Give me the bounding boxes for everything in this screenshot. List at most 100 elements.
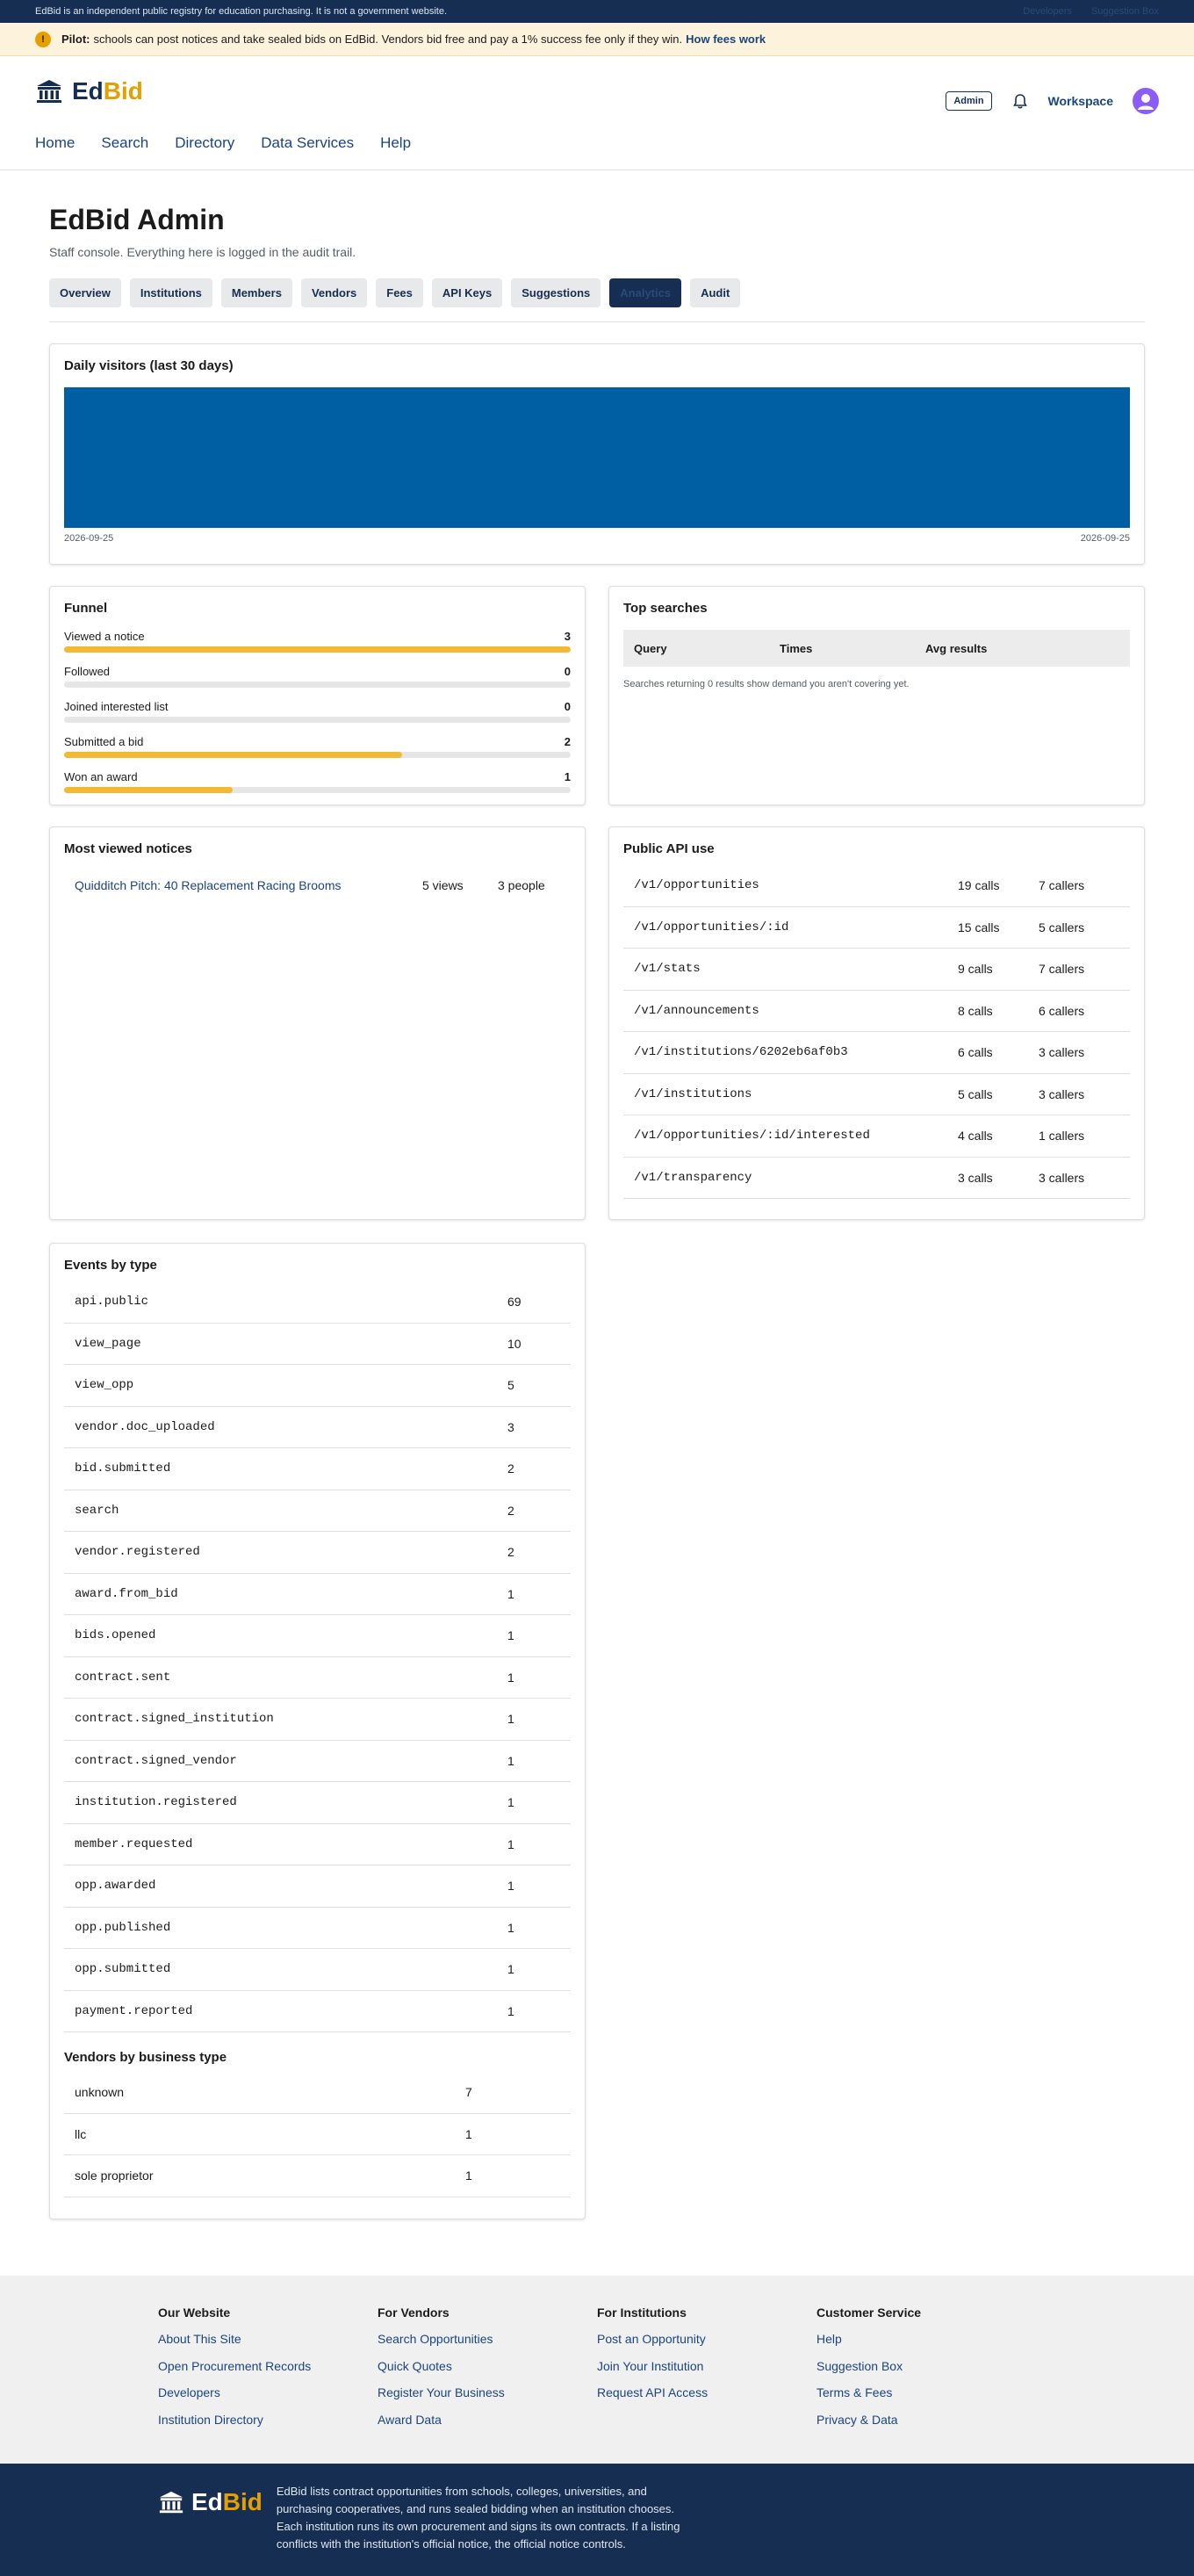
footer-link[interactable]: Join Your Institution: [597, 2359, 816, 2386]
api-calls: 9 calls: [958, 962, 993, 977]
table-row: /v1/opportunities/:id/interested 4 calls 1…: [623, 1115, 1130, 1158]
footer-column-title: Customer Service: [816, 2305, 922, 2320]
event-count: 1: [507, 1753, 514, 1768]
footer-links: Our Website About This Site Open Procureme…: [0, 2276, 1194, 2464]
column-times: Times: [780, 641, 813, 655]
table-row: llc 1: [64, 2114, 571, 2155]
events-title: Events by type: [64, 1258, 157, 1273]
footer-column: Our Website About This Site Open Procureme…: [158, 2305, 378, 2464]
tab-analytics[interactable]: Analytics: [609, 278, 682, 307]
event-count: 1: [507, 1670, 514, 1685]
admin-badge[interactable]: Admin: [946, 91, 992, 111]
tab-audit[interactable]: Audit: [690, 278, 741, 307]
tab-overview[interactable]: Overview: [49, 278, 121, 307]
tab-api-keys[interactable]: API Keys: [431, 278, 503, 307]
banner-link-developers[interactable]: Developers: [1023, 6, 1072, 17]
banner-notice: EdBid is an independent public registry …: [35, 6, 447, 17]
footer-column: Customer Service Help Suggestion Box Terms …: [816, 2305, 1036, 2464]
top-searches-card: Top searches Query Times Avg results Sea…: [608, 586, 1145, 805]
table-row: /v1/announcements 8 calls 6 callers: [623, 991, 1130, 1032]
footer-link[interactable]: Post an Opportunity: [597, 2332, 816, 2359]
api-callers: 5 callers: [1039, 920, 1085, 934]
banner-link-suggestion-box[interactable]: Suggestion Box: [1091, 6, 1159, 17]
footer-link[interactable]: Institution Directory: [158, 2413, 378, 2440]
vendor-types-table: unknown 7 llc 1 sole proprietor 1: [64, 2072, 571, 2197]
table-row: /v1/opportunities 19 calls 7 callers: [623, 865, 1130, 907]
funnel-item-label: Won an award: [64, 770, 138, 783]
footer-link[interactable]: Quick Quotes: [378, 2359, 597, 2386]
table-row: api.public 69: [64, 1281, 571, 1324]
funnel-item: Followed 0: [64, 665, 571, 688]
tab-suggestions[interactable]: Suggestions: [511, 278, 601, 307]
pilot-alert: ! Pilot: schools can post notices and ta…: [0, 23, 1194, 56]
api-calls: 15 calls: [958, 920, 1000, 934]
funnel-progress-fill: [64, 752, 402, 758]
footer-link[interactable]: Award Data: [378, 2413, 597, 2440]
bell-icon[interactable]: [1011, 92, 1029, 110]
funnel-item-count: 0: [564, 700, 571, 713]
nav-directory[interactable]: Directory: [175, 134, 234, 152]
api-endpoint: /v1/transparency: [634, 1170, 752, 1185]
event-type: opp.awarded: [75, 1879, 156, 1894]
top-searches-header: Query Times Avg results: [623, 630, 1130, 667]
tab-institutions[interactable]: Institutions: [129, 278, 212, 307]
workspace-link[interactable]: Workspace: [1048, 94, 1113, 108]
nav-data-services[interactable]: Data Services: [261, 134, 354, 152]
footer-link[interactable]: About This Site: [158, 2332, 378, 2359]
nav-home[interactable]: Home: [35, 134, 75, 152]
gov-banner: EdBid is an independent public registry …: [0, 0, 1194, 23]
vendor-business-type: unknown: [75, 2085, 125, 2100]
footer-logo[interactable]: EdBid: [158, 2483, 263, 2522]
funnel-item-count: 1: [564, 770, 571, 783]
vendor-type-count: 7: [465, 2085, 472, 2100]
event-type: view_page: [75, 1336, 141, 1351]
funnel-item-label: Joined interested list: [64, 700, 169, 713]
footer-link[interactable]: Help: [816, 2332, 1036, 2359]
pilot-text: schools can post notices and take sealed…: [93, 32, 683, 46]
funnel-item-count: 0: [564, 665, 571, 678]
event-count: 2: [507, 1545, 514, 1560]
footer-link[interactable]: Terms & Fees: [816, 2385, 1036, 2413]
avatar[interactable]: [1133, 88, 1159, 114]
tab-fees[interactable]: Fees: [376, 278, 423, 307]
event-type: payment.reported: [75, 2003, 193, 2018]
nav-help[interactable]: Help: [380, 134, 411, 152]
footer-link[interactable]: Request API Access: [597, 2385, 816, 2413]
table-row: vendor.doc_uploaded 3: [64, 1407, 571, 1448]
event-count: 10: [507, 1336, 521, 1351]
alert-icon: !: [35, 31, 51, 47]
chart-bar: [64, 387, 1130, 528]
footer-link[interactable]: Privacy & Data: [816, 2413, 1036, 2440]
tab-vendors[interactable]: Vendors: [300, 278, 368, 307]
nav-search[interactable]: Search: [101, 134, 148, 152]
api-callers: 1 callers: [1039, 1129, 1085, 1144]
event-type: api.public: [75, 1295, 149, 1310]
table-row: contract.signed_vendor 1: [64, 1741, 571, 1782]
event-count: 1: [507, 2003, 514, 2018]
footer-link[interactable]: Open Procurement Records: [158, 2359, 378, 2386]
admin-console: EdBid Admin Staff console. Everything he…: [0, 204, 1194, 2219]
institution-icon: [37, 80, 61, 103]
event-type: opp.published: [75, 1920, 171, 1935]
notice-link[interactable]: Quidditch Pitch: 40 Replacement Racing B…: [75, 878, 422, 892]
event-type: contract.signed_institution: [75, 1712, 274, 1727]
event-type: institution.registered: [75, 1795, 237, 1810]
how-fees-work-link[interactable]: How fees work: [686, 32, 766, 46]
footer-link[interactable]: Suggestion Box: [816, 2359, 1036, 2386]
events-table: api.public 69 view_page 10 view_opp 5 vendor.d…: [64, 1281, 571, 2032]
top-searches-title: Top searches: [623, 601, 708, 616]
footer-link[interactable]: Register Your Business: [378, 2385, 597, 2413]
event-count: 1: [507, 1795, 514, 1810]
footer-about: EdBid lists contract opportunities from …: [276, 2485, 680, 2551]
funnel-item-label: Submitted a bid: [64, 735, 144, 748]
footer-link[interactable]: Developers: [158, 2385, 378, 2413]
site-logo[interactable]: EdBid: [35, 77, 143, 105]
funnel-progress-fill: [64, 787, 234, 793]
tab-members[interactable]: Members: [220, 278, 292, 307]
event-type: search: [75, 1503, 119, 1518]
footer-link[interactable]: Search Opportunities: [378, 2332, 597, 2359]
daily-visitors-title: Daily visitors (last 30 days): [64, 358, 234, 373]
funnel-item: Joined interested list 0: [64, 700, 571, 723]
funnel-title: Funnel: [64, 601, 108, 616]
event-type: opp.submitted: [75, 1962, 171, 1977]
